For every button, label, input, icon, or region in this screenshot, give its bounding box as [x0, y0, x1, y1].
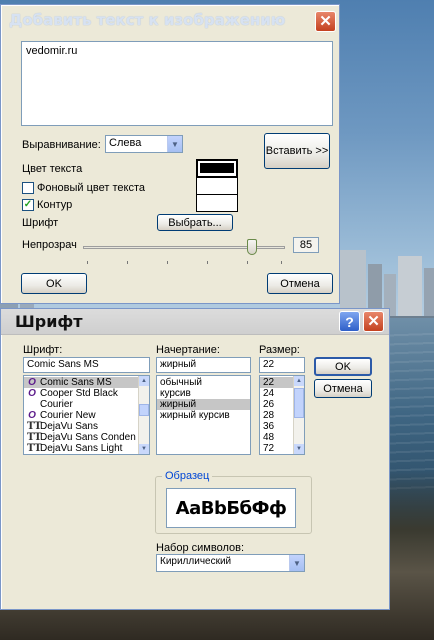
add-text-dialog: Добавить текст к изображению ✕ vedomir.r…	[0, 4, 340, 304]
add-text-title: Добавить текст к изображению	[9, 11, 286, 29]
text-color-label: Цвет текста	[22, 163, 83, 175]
chevron-down-icon: ▼	[167, 136, 182, 152]
close-icon[interactable]: ✕	[363, 311, 384, 332]
list-item-label: курсив	[160, 388, 191, 399]
slider-tick	[127, 261, 128, 264]
font-list[interactable]: O Comic Sans MS O Cooper Std Black Courier O C…	[23, 375, 150, 455]
list-item[interactable]: TTDejaVu Sans Conden	[24, 432, 149, 443]
slider-tick	[167, 261, 168, 264]
list-item[interactable]: жирный	[157, 399, 250, 410]
list-item-label: обычный	[160, 377, 202, 388]
outline-checkbox[interactable]: ✓	[22, 199, 34, 211]
list-item-label: Courier New	[40, 410, 96, 421]
outline-label: Контур	[37, 199, 73, 211]
style-input[interactable]: жирный	[156, 357, 251, 373]
size-list[interactable]: 22 24 26 28 36 48 72 ▲ ▼	[259, 375, 305, 455]
list-item[interactable]: O Comic Sans MS	[24, 377, 149, 388]
charset-label: Набор символов:	[156, 542, 245, 554]
list-item[interactable]: обычный	[157, 377, 250, 388]
size-input[interactable]: 22	[259, 357, 305, 373]
list-item-label: Courier	[40, 399, 73, 410]
slider-tick	[247, 261, 248, 264]
opacity-label: Непрозрач	[22, 239, 77, 251]
help-icon[interactable]: ?	[339, 311, 360, 332]
list-item-label: 24	[263, 388, 275, 399]
truetype-font-icon: TT	[27, 421, 42, 432]
list-item-label: 72	[263, 443, 275, 454]
list-item-label: 48	[263, 432, 275, 443]
outline-color-swatch[interactable]	[196, 194, 238, 212]
sample-label: Образец	[162, 470, 213, 482]
charset-select[interactable]: Кириллический ▼	[156, 554, 305, 572]
list-item-label: Cooper Std Black	[40, 388, 118, 399]
font-ok-button[interactable]: OK	[314, 357, 372, 376]
list-item-label: DejaVu Sans Light	[40, 443, 123, 454]
list-item-label: 22	[263, 377, 275, 388]
list-item[interactable]: O Cooper Std Black	[24, 388, 149, 399]
opentype-font-icon: O	[28, 377, 36, 388]
choose-font-button[interactable]: Выбрать...	[157, 214, 233, 231]
add-text-titlebar: Добавить текст к изображению ✕	[1, 5, 339, 35]
opentype-font-icon: O	[28, 388, 36, 399]
list-item-label: DejaVu Sans Conden	[40, 432, 136, 443]
opacity-slider-handle[interactable]	[247, 239, 257, 255]
text-input[interactable]: vedomir.ru	[21, 41, 333, 126]
font-titlebar: Шрифт ? ✕	[1, 309, 389, 335]
list-item-label: жирный курсив	[160, 410, 230, 421]
text-color-fill	[200, 163, 234, 173]
bg-color-checkbox[interactable]	[22, 182, 34, 194]
charset-value: Кириллический	[160, 556, 232, 567]
list-item[interactable]: курсив	[157, 388, 250, 399]
font-cancel-button[interactable]: Отмена	[314, 379, 372, 398]
bg-color-label: Фоновый цвет текста	[37, 182, 145, 194]
opentype-font-icon: O	[28, 410, 36, 421]
style-list[interactable]: обычный курсив жирный жирный курсив	[156, 375, 251, 455]
list-item[interactable]: Courier	[24, 399, 149, 410]
cancel-button[interactable]: Отмена	[267, 273, 333, 294]
scroll-thumb[interactable]	[294, 388, 304, 418]
list-item[interactable]: TTDejaVu Sans Light	[24, 443, 149, 454]
scroll-up-icon[interactable]: ▲	[139, 376, 149, 386]
font-list-scrollbar[interactable]: ▲ ▼	[138, 376, 149, 454]
font-name-input[interactable]: Comic Sans MS	[23, 357, 150, 373]
scroll-thumb[interactable]	[139, 404, 149, 416]
slider-tick	[87, 261, 88, 264]
list-item-label: Comic Sans MS	[40, 377, 112, 388]
truetype-font-icon: TT	[27, 432, 42, 443]
opacity-value-field[interactable]: 85	[293, 237, 319, 253]
chevron-down-icon: ▼	[289, 555, 304, 571]
text-color-swatch[interactable]	[196, 159, 238, 177]
alignment-select[interactable]: Слева ▼	[105, 135, 183, 153]
ok-button[interactable]: OK	[21, 273, 87, 294]
list-item-label: 26	[263, 399, 275, 410]
bg-color-swatch[interactable]	[196, 177, 238, 195]
list-item-label: 36	[263, 421, 275, 432]
font-label: Шрифт	[22, 217, 59, 229]
scroll-down-icon[interactable]: ▼	[139, 444, 149, 454]
list-item[interactable]: O Courier New	[24, 410, 149, 421]
size-label: Размер:	[259, 344, 300, 356]
close-icon[interactable]: ✕	[315, 11, 336, 32]
list-item-label: жирный	[160, 399, 197, 410]
scroll-down-icon[interactable]: ▼	[294, 444, 304, 454]
alignment-label: Выравнивание:	[22, 139, 101, 151]
font-dialog-title: Шрифт	[15, 312, 83, 331]
truetype-font-icon: TT	[27, 443, 42, 454]
list-item[interactable]: TTDejaVu Sans	[24, 421, 149, 432]
list-item-label: 28	[263, 410, 275, 421]
scroll-up-icon[interactable]: ▲	[294, 376, 304, 386]
list-item[interactable]: жирный курсив	[157, 410, 250, 421]
sample-preview: AaBbБбФф	[166, 488, 296, 528]
slider-tick	[281, 261, 282, 264]
alignment-value: Слева	[109, 137, 142, 149]
style-label: Начертание:	[156, 344, 220, 356]
slider-tick	[207, 261, 208, 264]
font-name-label: Шрифт:	[23, 344, 63, 356]
insert-button[interactable]: Вставить >>	[264, 133, 330, 169]
list-item-label: DejaVu Sans	[40, 421, 98, 432]
size-list-scrollbar[interactable]: ▲ ▼	[293, 376, 304, 454]
